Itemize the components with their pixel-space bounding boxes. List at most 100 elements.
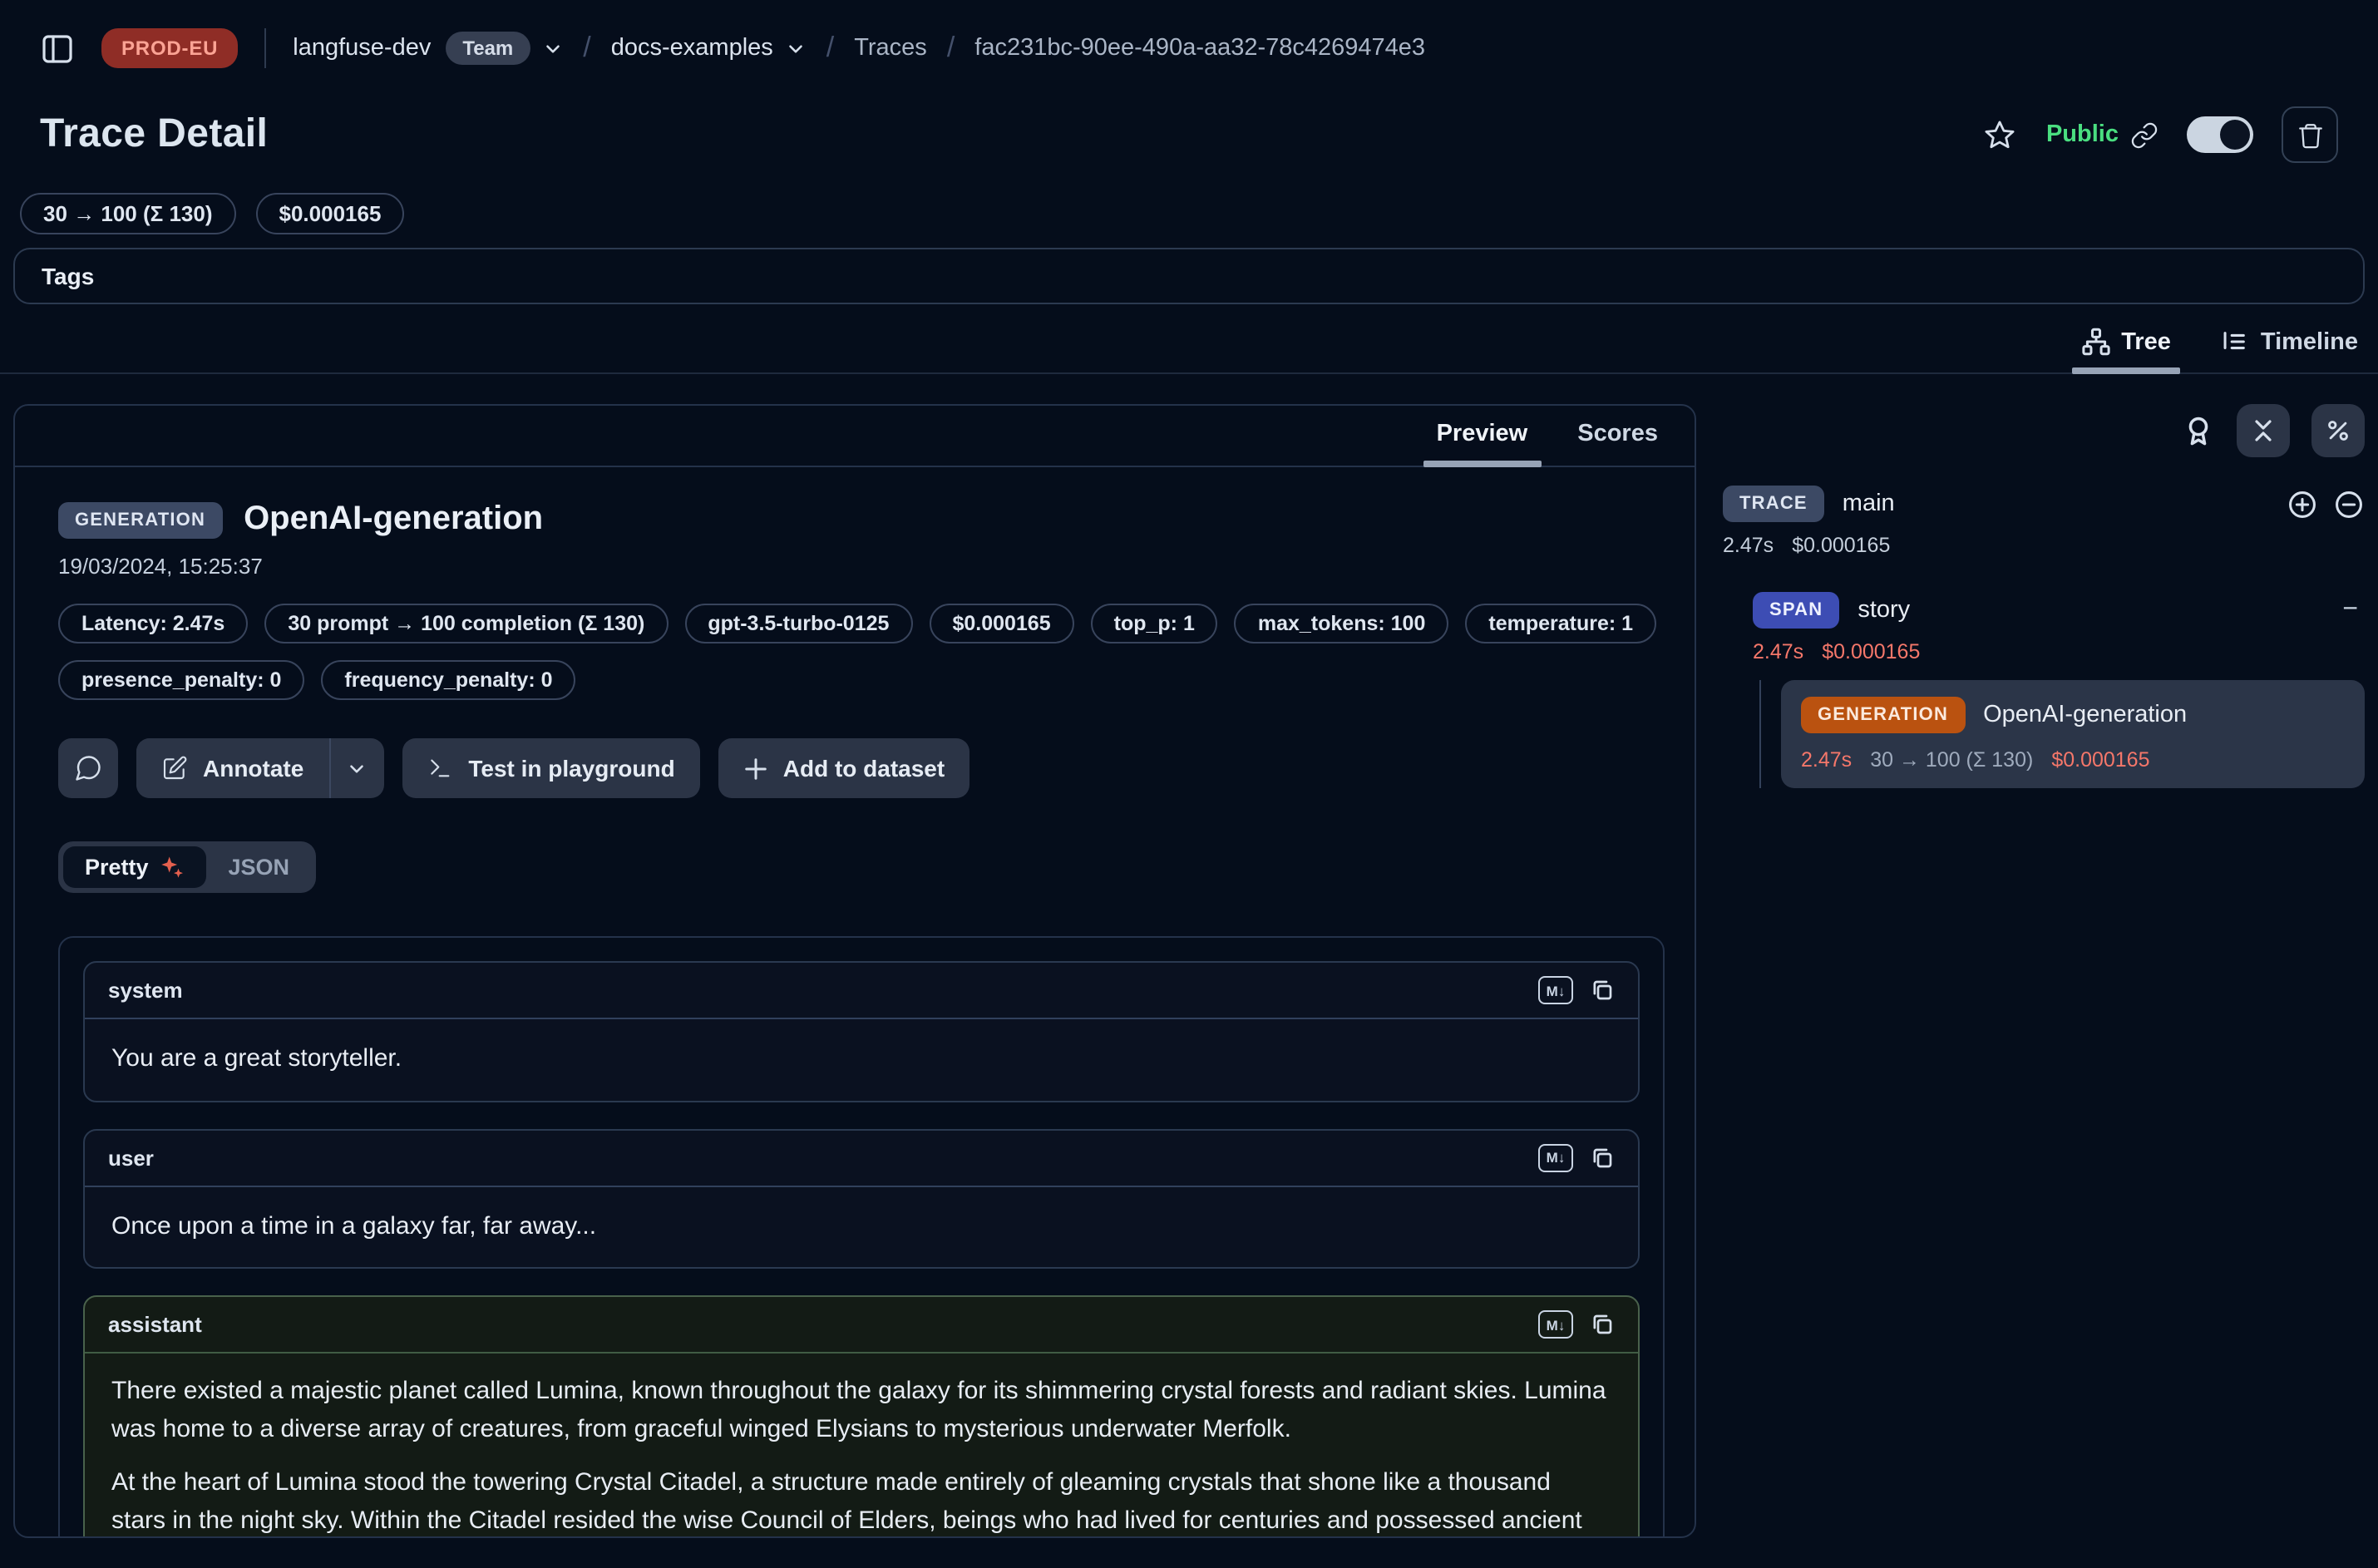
message-card-system: system M↓ xyxy=(83,961,1640,1102)
format-pretty-segment[interactable]: Pretty xyxy=(63,846,207,888)
copy-icon xyxy=(1590,1145,1615,1170)
page-title: Trace Detail xyxy=(40,111,268,158)
comment-button[interactable] xyxy=(58,738,118,798)
message-paragraph: Once upon a time in a galaxy far, far aw… xyxy=(111,1208,1611,1245)
tab-tree[interactable]: Tree xyxy=(2078,314,2174,372)
breadcrumb-folder[interactable]: docs-examples xyxy=(611,35,807,62)
plus-icon xyxy=(743,756,768,781)
minus-circle-icon xyxy=(2333,488,2365,520)
public-toggle[interactable] xyxy=(2187,116,2253,153)
temperature-badge: temperature: 1 xyxy=(1465,604,1656,643)
cost-badge: $0.000165 xyxy=(256,193,405,234)
tab-preview[interactable]: Preview xyxy=(1433,406,1532,466)
markdown-toggle-icon[interactable]: M↓ xyxy=(1538,1310,1573,1339)
delete-trace-button[interactable] xyxy=(2282,106,2338,163)
generation-metrics: 2.47s 30 → 100 (Σ 130) $0.000165 xyxy=(1801,748,2345,772)
breadcrumb-separator: / xyxy=(583,32,590,65)
link-icon xyxy=(2130,121,2158,149)
tab-scores[interactable]: Scores xyxy=(1574,406,1661,466)
generation-cost: $0.000165 xyxy=(2051,748,2149,772)
toggle-knob xyxy=(2220,120,2250,150)
breadcrumb-project[interactable]: langfuse-dev Team xyxy=(293,32,563,65)
span-metrics: 2.47s $0.000165 xyxy=(1753,640,2365,663)
markdown-toggle-icon[interactable]: M↓ xyxy=(1538,1143,1573,1171)
panel-left-icon xyxy=(40,31,75,66)
message-paragraph: At the heart of Lumina stood the towerin… xyxy=(111,1465,1611,1538)
tree-node-generation-selected[interactable]: GENERATION OpenAI-generation 2.47s 30 → … xyxy=(1781,680,2365,788)
annotate-button[interactable]: Annotate xyxy=(136,738,328,798)
favorite-star-button[interactable] xyxy=(1983,117,2018,152)
tree-node-span[interactable]: SPAN story − 2.47s $0.000165 xyxy=(1753,592,2365,663)
span-name: story xyxy=(1858,597,1910,624)
message-tools: M↓ xyxy=(1538,976,1615,1004)
trace-summary-badges: 30 → 100 (Σ 130) $0.000165 xyxy=(0,193,2378,234)
message-content: Once upon a time in a galaxy far, far aw… xyxy=(85,1186,1638,1267)
message-role: assistant xyxy=(108,1312,202,1337)
message-tools: M↓ xyxy=(1538,1143,1615,1171)
max-tokens-badge: max_tokens: 100 xyxy=(1235,604,1449,643)
generation-type-badge: GENERATION xyxy=(1801,697,1965,733)
timeline-icon xyxy=(2221,328,2249,356)
observation-title: OpenAI-generation xyxy=(244,500,543,539)
message-content: You are a great storyteller. xyxy=(85,1019,1638,1100)
metrics-percent-button[interactable] xyxy=(2311,404,2365,457)
json-label: JSON xyxy=(229,855,290,880)
annotate-label: Annotate xyxy=(203,755,303,782)
format-toggle: Pretty JSON xyxy=(58,841,316,893)
observation-header: GENERATION OpenAI-generation xyxy=(58,500,1665,539)
test-in-playground-button[interactable]: Test in playground xyxy=(402,738,699,798)
tab-timeline[interactable]: Timeline xyxy=(2218,314,2361,372)
collapse-level-button[interactable] xyxy=(2333,488,2365,520)
collapse-icon xyxy=(2250,417,2277,444)
message-card-assistant: assistant M↓ xyxy=(83,1295,1640,1538)
tags-label: Tags xyxy=(42,263,94,289)
format-json-segment[interactable]: JSON xyxy=(207,846,312,888)
observation-meta-badges-row1: Latency: 2.47s 30 prompt → 100 completio… xyxy=(58,604,1665,643)
chevron-down-icon[interactable] xyxy=(785,37,807,59)
copy-button[interactable] xyxy=(1590,1145,1615,1170)
message-tools: M↓ xyxy=(1538,1310,1615,1339)
star-icon xyxy=(1983,117,2018,152)
trace-name: main xyxy=(1843,491,1895,517)
scores-award-button[interactable] xyxy=(2182,414,2215,447)
breadcrumb-traces-link[interactable]: Traces xyxy=(854,35,927,62)
markdown-toggle-icon[interactable]: M↓ xyxy=(1538,976,1573,1004)
content-area: Preview Scores GENERATION OpenAI-generat… xyxy=(0,404,2378,1538)
span-collapse-button[interactable]: − xyxy=(2336,597,2365,624)
pretty-label: Pretty xyxy=(85,855,149,880)
annotate-dropdown-button[interactable] xyxy=(330,738,383,798)
observation-preview-panel: Preview Scores GENERATION OpenAI-generat… xyxy=(13,404,1696,1538)
preview-scores-tabs: Preview Scores xyxy=(15,406,1695,467)
title-actions: Public xyxy=(1983,106,2338,163)
copy-button[interactable] xyxy=(1590,1312,1615,1337)
plus-circle-icon xyxy=(2287,488,2318,520)
tags-bar[interactable]: Tags xyxy=(13,248,2365,304)
generation-node-row: GENERATION OpenAI-generation xyxy=(1801,697,2345,733)
public-share-link[interactable]: Public xyxy=(2046,121,2158,149)
topbar-divider xyxy=(264,28,266,68)
latency-badge: Latency: 2.47s xyxy=(58,604,248,643)
observation-meta-badges-row2: presence_penalty: 0 frequency_penalty: 0 xyxy=(58,660,1665,700)
message-header: user M↓ xyxy=(85,1130,1638,1186)
collapse-all-button[interactable] xyxy=(2237,404,2290,457)
span-node-row: SPAN story − xyxy=(1753,592,2365,629)
token-usage-badge: 30 → 100 (Σ 130) xyxy=(20,193,236,234)
sidebar-toggle-button[interactable] xyxy=(40,31,75,66)
span-latency: 2.47s xyxy=(1753,640,1803,663)
trace-tree-panel: TRACE main xyxy=(1723,404,2365,788)
chevron-down-icon[interactable] xyxy=(541,37,563,59)
breadcrumb-separator: / xyxy=(947,32,955,65)
message-header: assistant M↓ xyxy=(85,1297,1638,1354)
copy-button[interactable] xyxy=(1590,978,1615,1003)
add-to-dataset-button[interactable]: Add to dataset xyxy=(718,738,969,798)
sparkles-icon xyxy=(160,855,185,880)
message-paragraph: There existed a majestic planet called L… xyxy=(111,1373,1611,1448)
observation-type-badge: GENERATION xyxy=(58,501,222,538)
public-label: Public xyxy=(2046,121,2119,148)
model-badge: gpt-3.5-turbo-0125 xyxy=(684,604,912,643)
tree-icon xyxy=(2081,328,2109,356)
tree-node-trace[interactable]: TRACE main xyxy=(1723,486,2365,557)
message-paragraph: You are a great storyteller. xyxy=(111,1041,1611,1078)
comment-icon xyxy=(73,753,103,783)
expand-all-button[interactable] xyxy=(2287,488,2318,520)
